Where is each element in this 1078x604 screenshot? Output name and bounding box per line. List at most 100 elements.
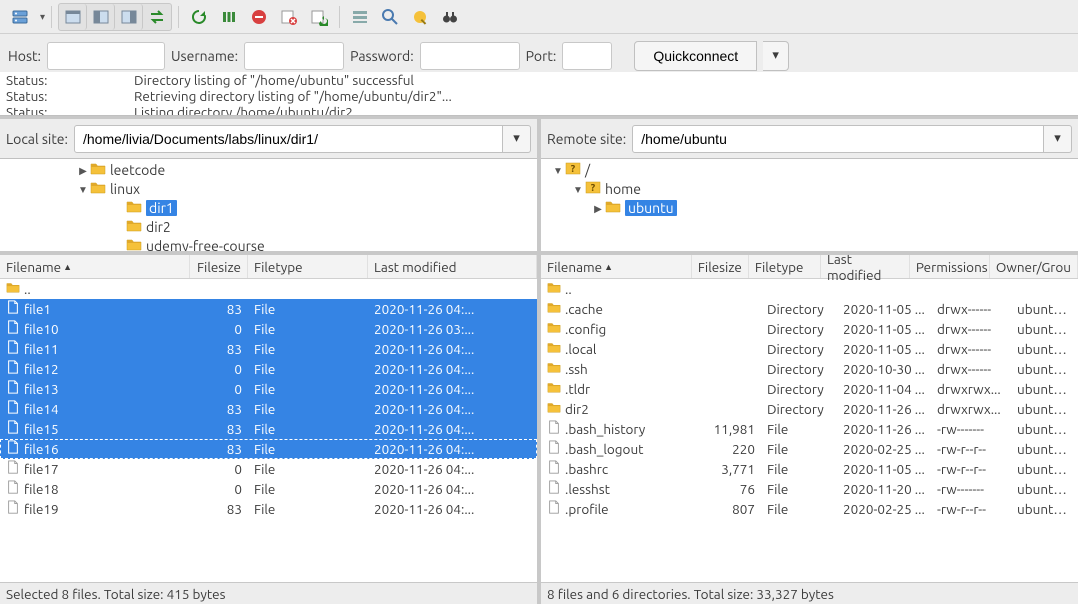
file-modified: 2020-11-26 ... [837,399,931,419]
file-row[interactable]: file13 0 File 2020-11-26 04:... [0,379,537,399]
folder-icon [90,161,110,180]
file-permissions: drwx------ [931,319,1011,339]
file-modified: 2020-11-04 ... [837,379,931,399]
tree-node[interactable]: ▼ / [541,161,1078,180]
col-last-modified[interactable]: Last modified [821,255,910,278]
col-owner-group[interactable]: Owner/Grou [990,255,1078,278]
col-filename[interactable]: Filename [541,255,692,278]
remote-list-header[interactable]: Filename Filesize Filetype Last modified… [541,255,1078,279]
site-manager-dropdown[interactable]: ▾ [40,11,45,23]
file-row[interactable]: file11 83 File 2020-11-26 04:... [0,339,537,359]
file-row[interactable]: .config Directory 2020-11-05 ... drwx---… [541,319,1078,339]
col-permissions[interactable]: Permissions [910,255,990,278]
password-input[interactable] [420,42,520,70]
file-row[interactable]: file16 83 File 2020-11-26 04:... [0,439,537,459]
message-log[interactable]: Status:Directory listing of "/home/ubunt… [0,72,1078,116]
col-last-modified[interactable]: Last modified [368,255,537,278]
folder-icon [6,279,24,299]
tree-node[interactable]: ▼ home [541,180,1078,199]
file-row[interactable]: file17 0 File 2020-11-26 04:... [0,459,537,479]
file-row[interactable]: .local Directory 2020-11-05 ... drwx----… [541,339,1078,359]
file-modified: 2020-11-26 04:... [368,419,537,439]
file-row[interactable]: .bash_history 11,981 File 2020-11-26 ...… [541,419,1078,439]
tree-expander-icon[interactable]: ▶ [591,199,605,218]
file-row[interactable]: dir2 Directory 2020-11-26 ... drwxrwx...… [541,399,1078,419]
folder-icon [605,199,625,218]
file-row[interactable]: file12 0 File 2020-11-26 04:... [0,359,537,379]
file-row[interactable]: .profile 807 File 2020-02-25 ... -rw-r--… [541,499,1078,519]
file-row[interactable]: .. [541,279,1078,299]
process-queue-button[interactable] [215,4,243,30]
file-row[interactable]: file14 83 File 2020-11-26 04:... [0,399,537,419]
cancel-button[interactable] [245,4,273,30]
file-name: .. [565,279,572,299]
col-filetype[interactable]: Filetype [749,255,821,278]
tree-node[interactable]: ▼ linux [0,180,537,199]
file-type: File [248,399,368,419]
remote-path-input[interactable] [632,125,1044,153]
local-path-dropdown[interactable]: ▾ [503,125,531,153]
local-site-label: Local site: [6,131,68,147]
quickconnect-button[interactable]: Quickconnect [634,41,757,71]
tree-expander-icon[interactable]: ▼ [551,161,565,180]
site-manager-button[interactable] [6,4,34,30]
file-row[interactable]: .bashrc 3,771 File 2020-11-05 ... -rw-r-… [541,459,1078,479]
tree-node[interactable]: dir2 [0,218,537,237]
toggle-queue-button[interactable] [143,4,171,30]
username-input[interactable] [244,42,344,70]
directory-listing-button[interactable] [346,4,374,30]
file-row[interactable]: .ssh Directory 2020-10-30 ... drwx------… [541,359,1078,379]
file-row[interactable]: .tldr Directory 2020-11-04 ... drwxrwx..… [541,379,1078,399]
port-input[interactable] [562,42,612,70]
remote-site-bar: Remote site: ▾ [541,119,1078,159]
toolbar-separator [178,6,179,28]
file-row[interactable]: .lesshst 76 File 2020-11-20 ... -rw-----… [541,479,1078,499]
log-label: Status: [6,104,134,116]
file-row[interactable]: file15 83 File 2020-11-26 04:... [0,419,537,439]
file-name: .config [565,319,606,339]
tree-node[interactable]: udemy-free-course [0,237,537,255]
file-row[interactable]: file10 0 File 2020-11-26 03:... [0,319,537,339]
file-icon [6,299,24,319]
toggle-log-button[interactable] [59,4,87,30]
toggle-remote-tree-button[interactable] [115,4,143,30]
local-path-input[interactable] [74,125,503,153]
tree-node[interactable]: dir1 [0,199,537,218]
file-row[interactable]: .bash_logout 220 File 2020-02-25 ... -rw… [541,439,1078,459]
file-row[interactable]: file18 0 File 2020-11-26 04:... [0,479,537,499]
file-row[interactable]: file1 83 File 2020-11-26 04:... [0,299,537,319]
tree-expander-icon[interactable]: ▼ [571,180,585,199]
folder-icon [90,180,110,199]
filter-button[interactable] [406,4,434,30]
file-name: file1 [24,299,51,319]
file-row[interactable]: .. [0,279,537,299]
remote-path-dropdown[interactable]: ▾ [1044,125,1072,153]
col-filename[interactable]: Filename [0,255,190,278]
compare-button[interactable] [436,4,464,30]
port-label: Port: [526,48,557,64]
remote-directory-tree[interactable]: ▼ / ▼ home ▶ ubuntu [541,159,1078,255]
col-filesize[interactable]: Filesize [692,255,749,278]
local-list-header[interactable]: Filename Filesize Filetype Last modified [0,255,537,279]
tree-expander-icon[interactable]: ▼ [76,180,90,199]
file-permissions: drwx------ [931,339,1011,359]
col-filetype[interactable]: Filetype [248,255,368,278]
local-file-list[interactable]: .. file1 83 File 2020-11-26 04:... file1… [0,279,537,582]
reconnect-button[interactable] [305,4,333,30]
disconnect-button[interactable] [275,4,303,30]
host-input[interactable] [47,42,165,70]
tree-node[interactable]: ▶ ubuntu [541,199,1078,218]
tree-node[interactable]: ▶ leetcode [0,161,537,180]
col-filesize[interactable]: Filesize [190,255,248,278]
file-size: 807 [701,499,761,519]
file-row[interactable]: file19 83 File 2020-11-26 04:... [0,499,537,519]
file-type: Directory [761,299,837,319]
local-directory-tree[interactable]: ▶ leetcode ▼ linux dir1 dir2 udemy-free-… [0,159,537,255]
file-row[interactable]: .cache Directory 2020-11-05 ... drwx----… [541,299,1078,319]
file-search-button[interactable] [376,4,404,30]
tree-expander-icon[interactable]: ▶ [76,161,90,180]
refresh-button[interactable] [185,4,213,30]
toggle-local-tree-button[interactable] [87,4,115,30]
remote-file-list[interactable]: .. .cache Directory 2020-11-05 ... drwx-… [541,279,1078,582]
quickconnect-dropdown[interactable]: ▾ [763,41,789,71]
